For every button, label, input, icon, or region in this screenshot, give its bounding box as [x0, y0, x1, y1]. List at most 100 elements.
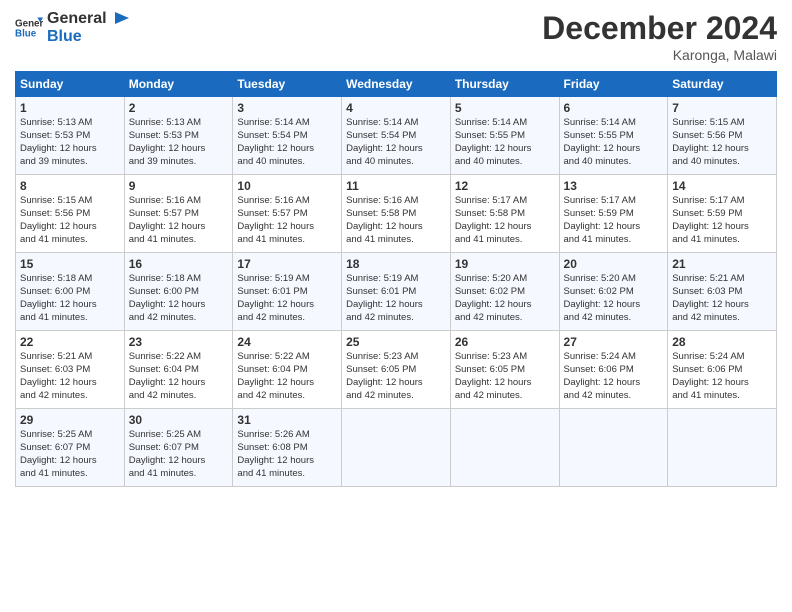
day-info: Daylight: 12 hours [237, 455, 337, 468]
day-info: Sunrise: 5:23 AM [346, 351, 446, 364]
day-info: and 42 minutes. [129, 312, 229, 325]
day-info: Sunset: 6:01 PM [237, 286, 337, 299]
day-number: 4 [346, 100, 446, 116]
table-row: 7Sunrise: 5:15 AMSunset: 5:56 PMDaylight… [668, 97, 777, 175]
day-info: Sunset: 6:00 PM [129, 286, 229, 299]
day-number: 13 [564, 178, 664, 194]
day-info: Sunset: 5:56 PM [672, 130, 772, 143]
day-number: 25 [346, 334, 446, 350]
day-info: Daylight: 12 hours [20, 143, 120, 156]
day-info: and 41 minutes. [20, 468, 120, 481]
day-info: Sunset: 5:59 PM [672, 208, 772, 221]
day-info: Sunset: 6:06 PM [672, 364, 772, 377]
day-info: Daylight: 12 hours [346, 143, 446, 156]
day-info: Sunrise: 5:24 AM [564, 351, 664, 364]
table-row: 16Sunrise: 5:18 AMSunset: 6:00 PMDayligh… [124, 253, 233, 331]
day-info: Sunset: 6:01 PM [346, 286, 446, 299]
calendar-row: 29Sunrise: 5:25 AMSunset: 6:07 PMDayligh… [16, 409, 777, 487]
calendar-row: 15 Sunrise: 5:18 AMSunset: 6:00 PM Dayligh… [16, 253, 777, 331]
day-info: Sunset: 5:59 PM [564, 208, 664, 221]
day-info: Sunset: 5:55 PM [455, 130, 555, 143]
day-info: Sunrise: 5:20 AM [455, 273, 555, 286]
logo-text-general: General [47, 10, 107, 28]
day-info: and 42 minutes. [455, 312, 555, 325]
calendar-body: 1Sunrise: 5:13 AMSunset: 5:53 PMDaylight… [16, 97, 777, 487]
day-number: 17 [237, 256, 337, 272]
day-info: and 40 minutes. [237, 156, 337, 169]
day-number: 2 [129, 100, 229, 116]
day-info: Sunrise: 5:17 AM [455, 195, 555, 208]
day-number: 29 [20, 412, 120, 428]
table-row: 9Sunrise: 5:16 AMSunset: 5:57 PMDaylight… [124, 175, 233, 253]
day-number: 9 [129, 178, 229, 194]
day-number: 11 [346, 178, 446, 194]
day-info: Sunrise: 5:13 AM [129, 117, 229, 130]
day-info: Sunset: 6:02 PM [455, 286, 555, 299]
day-number: 15 [20, 256, 120, 272]
table-row: 20Sunrise: 5:20 AMSunset: 6:02 PMDayligh… [559, 253, 668, 331]
day-info: and 41 minutes. [455, 234, 555, 247]
table-row [668, 409, 777, 487]
day-info: Daylight: 12 hours [455, 299, 555, 312]
day-number: 28 [672, 334, 772, 350]
day-number: 21 [672, 256, 772, 272]
day-info: Sunrise: 5:14 AM [237, 117, 337, 130]
day-info: Sunrise: 5:15 AM [20, 195, 120, 208]
day-number: 8 [20, 178, 120, 194]
day-info: Daylight: 12 hours [129, 455, 229, 468]
day-info: and 41 minutes. [672, 390, 772, 403]
day-info: and 41 minutes. [237, 234, 337, 247]
day-number: 10 [237, 178, 337, 194]
day-number: 14 [672, 178, 772, 194]
day-number: 30 [129, 412, 229, 428]
header: General Blue General Blue December 2024 … [15, 10, 777, 63]
day-info: Daylight: 12 hours [346, 299, 446, 312]
table-row: 10Sunrise: 5:16 AMSunset: 5:57 PMDayligh… [233, 175, 342, 253]
day-info: Sunrise: 5:15 AM [672, 117, 772, 130]
table-row: 18Sunrise: 5:19 AMSunset: 6:01 PMDayligh… [342, 253, 451, 331]
day-info: and 41 minutes. [20, 312, 120, 325]
calendar-row: 22Sunrise: 5:21 AMSunset: 6:03 PMDayligh… [16, 331, 777, 409]
day-number: 20 [564, 256, 664, 272]
day-info: Sunrise: 5:17 AM [672, 195, 772, 208]
day-info: Sunrise: 5:13 AM [20, 117, 120, 130]
day-info: and 40 minutes. [672, 156, 772, 169]
day-info: and 42 minutes. [672, 312, 772, 325]
day-info: and 42 minutes. [564, 390, 664, 403]
day-info: Sunset: 6:02 PM [564, 286, 664, 299]
day-info: Daylight: 12 hours [564, 143, 664, 156]
day-number: 5 [455, 100, 555, 116]
day-info: Sunset: 5:53 PM [129, 130, 229, 143]
day-number: 3 [237, 100, 337, 116]
day-info: Daylight: 12 hours [20, 299, 120, 312]
day-info: and 42 minutes. [129, 390, 229, 403]
day-info: Sunrise: 5:23 AM [455, 351, 555, 364]
day-info: Sunrise: 5:21 AM [672, 273, 772, 286]
day-info: Sunrise: 5:14 AM [564, 117, 664, 130]
day-info: Sunrise: 5:19 AM [346, 273, 446, 286]
table-row: 2Sunrise: 5:13 AMSunset: 5:53 PMDaylight… [124, 97, 233, 175]
table-row: 21Sunrise: 5:21 AMSunset: 6:03 PMDayligh… [668, 253, 777, 331]
day-info: and 42 minutes. [237, 390, 337, 403]
day-info: Sunrise: 5:14 AM [455, 117, 555, 130]
table-row: 4Sunrise: 5:14 AMSunset: 5:54 PMDaylight… [342, 97, 451, 175]
day-info: and 42 minutes. [564, 312, 664, 325]
day-info: Daylight: 12 hours [237, 299, 337, 312]
title-block: December 2024 Karonga, Malawi [542, 10, 777, 63]
day-info: Sunrise: 5:18 AM [129, 273, 229, 286]
day-info: Sunset: 5:57 PM [237, 208, 337, 221]
day-info: Sunrise: 5:26 AM [237, 429, 337, 442]
day-info: Sunrise: 5:14 AM [346, 117, 446, 130]
day-info: and 40 minutes. [564, 156, 664, 169]
table-row: 13Sunrise: 5:17 AMSunset: 5:59 PMDayligh… [559, 175, 668, 253]
col-thursday: Thursday [450, 72, 559, 97]
col-wednesday: Wednesday [342, 72, 451, 97]
svg-text:Blue: Blue [15, 28, 37, 39]
table-row: 17Sunrise: 5:19 AMSunset: 6:01 PMDayligh… [233, 253, 342, 331]
day-info: Sunrise: 5:17 AM [564, 195, 664, 208]
month-title: December 2024 [542, 10, 777, 47]
day-info: Sunset: 5:55 PM [564, 130, 664, 143]
table-row [450, 409, 559, 487]
table-row: 15Sunrise: 5:18 AMSunset: 6:00 PMDayligh… [16, 253, 125, 331]
day-info: Sunset: 5:54 PM [346, 130, 446, 143]
